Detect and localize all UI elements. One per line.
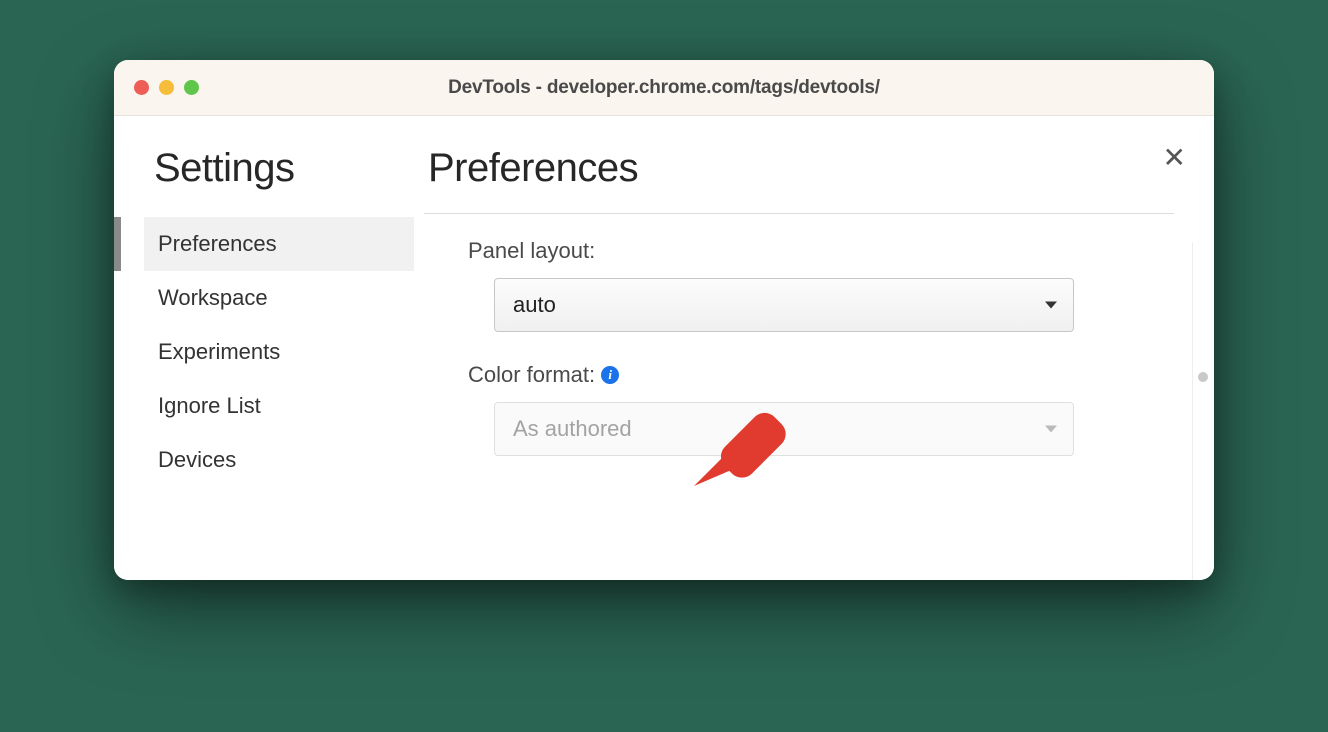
panel-layout-label-text: Panel layout: — [468, 238, 595, 264]
window-maximize-button[interactable] — [184, 80, 199, 95]
sidebar-list: Preferences Workspace Experiments Ignore… — [144, 217, 414, 487]
chevron-down-icon — [1045, 426, 1057, 433]
sidebar-item-experiments[interactable]: Experiments — [144, 325, 414, 379]
sidebar-item-label: Preferences — [158, 231, 277, 256]
preferences-body: Panel layout: auto Color format: i As au… — [424, 238, 1174, 456]
window-controls — [134, 80, 199, 95]
devtools-settings-window: DevTools - developer.chrome.com/tags/dev… — [114, 60, 1214, 580]
sidebar-item-devices[interactable]: Devices — [144, 433, 414, 487]
sidebar-heading: Settings — [144, 146, 414, 191]
sidebar-item-preferences[interactable]: Preferences — [144, 217, 414, 271]
sidebar-item-label: Workspace — [158, 285, 268, 310]
color-format-select-wrap: As authored — [494, 402, 1164, 456]
window-close-button[interactable] — [134, 80, 149, 95]
sidebar-item-label: Ignore List — [158, 393, 261, 418]
sidebar-item-label: Experiments — [158, 339, 280, 364]
sidebar-item-ignore-list[interactable]: Ignore List — [144, 379, 414, 433]
chevron-down-icon — [1045, 302, 1057, 309]
color-format-label: Color format: i — [468, 362, 1164, 388]
window-minimize-button[interactable] — [159, 80, 174, 95]
main-heading: Preferences — [424, 146, 1174, 191]
divider — [424, 213, 1174, 214]
sidebar-item-label: Devices — [158, 447, 236, 472]
color-format-select-value: As authored — [513, 416, 632, 442]
titlebar: DevTools - developer.chrome.com/tags/dev… — [114, 60, 1214, 116]
settings-content: ✕ Settings Preferences Workspace Experim… — [114, 116, 1214, 580]
window-title: DevTools - developer.chrome.com/tags/dev… — [134, 77, 1194, 99]
sidebar-item-workspace[interactable]: Workspace — [144, 271, 414, 325]
info-icon[interactable]: i — [601, 366, 619, 384]
color-format-label-text: Color format: — [468, 362, 595, 388]
panel-layout-label: Panel layout: — [468, 238, 1164, 264]
color-format-select[interactable]: As authored — [494, 402, 1074, 456]
panel-layout-select-wrap: auto — [494, 278, 1164, 332]
panel-layout-select-value: auto — [513, 292, 556, 318]
settings-main-panel: Preferences Panel layout: auto Color for… — [414, 116, 1214, 580]
panel-layout-select[interactable]: auto — [494, 278, 1074, 332]
settings-sidebar: Settings Preferences Workspace Experimen… — [114, 116, 414, 580]
